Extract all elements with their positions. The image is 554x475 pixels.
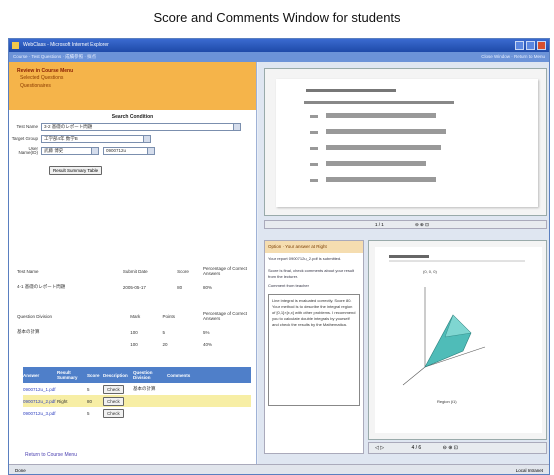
result-note: Score is final, check comments about you…	[268, 268, 355, 279]
col-points: Points	[162, 313, 176, 319]
test-name-row: Test Name 3-2 基礎のレポート問題	[9, 122, 256, 132]
table-row: 4-1 基礎のレポート問題 2005-05-17 80 80%	[17, 284, 213, 290]
col-result-summary: Result Summary	[57, 367, 87, 383]
answer-file-link[interactable]: 0900712u_1.pdf	[23, 383, 57, 395]
status-text: Done	[15, 468, 26, 473]
page-caption: Score and Comments Window for students	[153, 10, 401, 25]
col-test-name: Test Name	[17, 268, 39, 274]
plot-page: (0, 0, 0) Region (i1)	[375, 247, 542, 433]
minimize-icon[interactable]	[515, 41, 524, 50]
return-course-menu-link[interactable]: Return to Course Menu	[25, 452, 77, 458]
answer-file-link[interactable]: 0900712u_2.pdf	[23, 395, 57, 407]
table-row: 0900712u_2.pdf Right 80 Check	[23, 395, 251, 407]
test-name-label: Test Name	[16, 124, 38, 129]
pdf-toolbar-bottom: ◁ ▷ 4 / 6 ⊖ ⊕ ⊡	[368, 442, 547, 454]
window-buttons	[515, 41, 546, 50]
title-bar: WebClass - Microsoft Internet Explorer	[9, 39, 549, 52]
document-panel: 1 / 1 ⊖ ⊕ ⊡ Option · Your answer at Righ…	[258, 62, 549, 464]
plot-label: (0, 0, 0)	[423, 269, 437, 274]
review-header: Review in Course Menu Selected Questions…	[9, 62, 256, 110]
chevron-down-icon	[147, 148, 154, 154]
target-group-select[interactable]: 工学部4年 数学B	[41, 135, 151, 143]
zoom-icon[interactable]: ⊖ ⊕ ⊡	[443, 445, 458, 451]
zone-indicator: Local Intranet	[515, 468, 543, 473]
chevron-down-icon	[233, 124, 240, 130]
col-mark: Mark	[130, 313, 141, 319]
window-title: WebClass - Microsoft Internet Explorer	[23, 42, 109, 48]
user-name-label: User Name(ID)	[18, 146, 38, 155]
submission-text: Your report 0900712u_2.pdf is submitted.	[268, 256, 342, 261]
zoom-icon[interactable]: ⊖ ⊕ ⊡	[415, 222, 429, 227]
search-condition-title: Search Condition	[111, 114, 154, 120]
col-description: Description	[103, 367, 133, 383]
col-question-division: Question Division	[133, 367, 167, 383]
result-summary-button[interactable]: Result Summary Table	[49, 166, 103, 175]
col-comments: Comments	[167, 367, 251, 383]
target-group-row: Target Group 工学部4年 数学B	[9, 134, 256, 144]
score-panel: Review in Course Menu Selected Questions…	[9, 62, 257, 464]
user-name-select[interactable]: 武藤 博史	[41, 147, 99, 155]
comment-title: Comment from teacher	[268, 283, 309, 288]
region-plot: (0, 0, 0) Region (i1)	[389, 255, 525, 404]
answer-table: Answer Result Summary Score Description …	[23, 367, 251, 419]
col-score: Score	[87, 367, 103, 383]
col-score: Score	[177, 268, 189, 274]
teacher-comment: Line integral is evaluated correctly. Sc…	[268, 294, 360, 406]
table-row: 基本の計算 100 5 5%	[17, 329, 210, 335]
user-name-row: User Name(ID) 武藤 博史 0900712u	[9, 146, 256, 156]
table-row: 100 20 40%	[130, 341, 213, 347]
col-answer: Answer	[23, 367, 57, 383]
table-row: 0900712u_3.pdf 5 Check	[23, 407, 251, 419]
pdf-viewer-bottom[interactable]: (0, 0, 0) Region (i1)	[368, 240, 547, 440]
col-percentage: Percentage of Correct Answers	[203, 311, 248, 321]
chevron-down-icon	[91, 148, 98, 154]
check-button[interactable]: Check	[103, 408, 124, 418]
col-percentage: Percentage of Correct Answers	[203, 266, 248, 276]
pdf-page	[276, 79, 538, 207]
pdf-viewer-top[interactable]	[264, 68, 547, 216]
division-table: Question Division Mark Points Percentage…	[17, 306, 249, 350]
plot-caption: Region (i1)	[437, 399, 457, 404]
browser-window: WebClass - Microsoft Internet Explorer C…	[8, 38, 550, 475]
user-id-select[interactable]: 0900712u	[103, 147, 155, 155]
menu-links[interactable]: Course · Test Questions · 成績参照 · 採点	[13, 54, 96, 59]
col-submit-date: Submit Date	[122, 268, 148, 274]
check-button[interactable]: Check	[103, 384, 124, 394]
page-indicator: 1 / 1	[375, 222, 384, 227]
questionaires-link[interactable]: Questionaires	[17, 82, 248, 90]
close-window-link[interactable]: Close Window · Return to Menu	[481, 52, 545, 62]
page-indicator: 4 / 6	[411, 445, 422, 451]
target-group-label: Target Group	[11, 136, 38, 141]
menu-bar: Course · Test Questions · 成績参照 · 採点 Clos…	[9, 52, 549, 62]
summary-table: Test Name Submit Date Score Percentage o…	[17, 262, 249, 294]
option-panel: Option · Your answer at Right Your repor…	[264, 240, 364, 454]
browser-icon	[12, 42, 19, 49]
pdf-toolbar-top: 1 / 1 ⊖ ⊕ ⊡	[264, 220, 547, 229]
option-header: Option · Your answer at Right	[265, 241, 363, 253]
maximize-icon[interactable]	[526, 41, 535, 50]
close-icon[interactable]	[537, 41, 546, 50]
test-name-select[interactable]: 3-2 基礎のレポート問題	[41, 123, 241, 131]
nav-icons[interactable]: ◁ ▷	[375, 445, 384, 451]
status-bar: Done Local Intranet	[9, 464, 549, 474]
chevron-down-icon	[143, 136, 150, 142]
check-button[interactable]: Check	[103, 396, 124, 406]
answer-file-link[interactable]: 0900712u_3.pdf	[23, 407, 57, 419]
equation-lines	[304, 89, 454, 182]
table-row: 0900712u_1.pdf 5 Check 基本の計算	[23, 383, 251, 395]
col-question-division: Question Division	[17, 313, 53, 319]
selected-questions-link[interactable]: Selected Questions	[17, 74, 248, 82]
